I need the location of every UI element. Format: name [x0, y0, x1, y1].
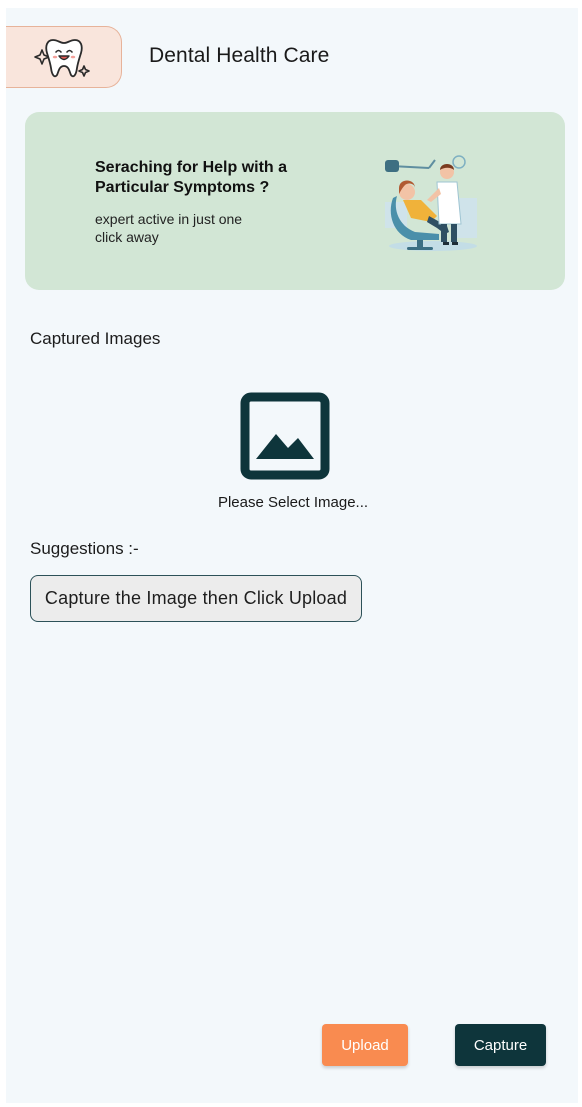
app-logo [6, 26, 122, 88]
select-image-label: Please Select Image... [217, 494, 369, 511]
capture-button[interactable]: Capture [455, 1024, 546, 1066]
banner-subtitle: expert active in just one click away [95, 211, 243, 245]
select-image-text: Please Select Image... [6, 494, 578, 511]
app-screen: Dental Health Care Seraching for Help wi… [6, 8, 578, 1103]
upload-button[interactable]: Upload [322, 1024, 408, 1066]
suggestion-chip: Capture the Image then Click Upload [30, 575, 362, 622]
captured-images-label: Captured Images [30, 329, 161, 348]
help-banner[interactable]: Seraching for Help with a Particular Sym… [25, 112, 565, 290]
suggestions-label: Suggestions :- [30, 539, 139, 558]
app-title: Dental Health Care [149, 44, 330, 67]
dentist-illustration [385, 155, 477, 251]
banner-title: Seraching for Help with a Particular Sym… [95, 159, 288, 196]
tooth-icon [33, 39, 90, 78]
image-placeholder-icon[interactable] [240, 392, 330, 480]
